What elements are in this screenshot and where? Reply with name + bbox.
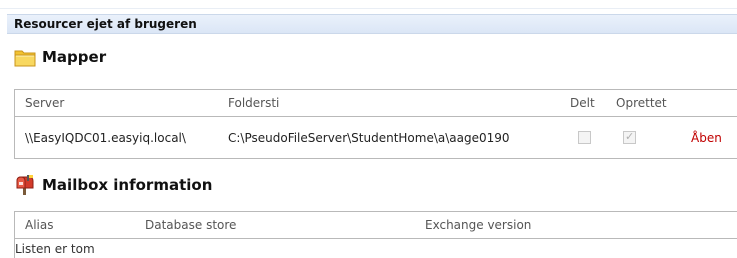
mailbox-title: Mailbox information <box>42 176 213 194</box>
folders-group-title: Mapper <box>14 46 106 68</box>
column-header-exchange[interactable]: Exchange version <box>425 212 531 238</box>
shared-checkbox[interactable] <box>578 131 591 144</box>
column-header-database[interactable]: Database store <box>145 212 236 238</box>
checkmark-icon: ✓ <box>625 130 635 143</box>
column-header-created[interactable]: Oprettet <box>616 90 667 116</box>
column-header-alias[interactable]: Alias <box>25 212 53 238</box>
table-row: \\EasyIQDC01.easyiq.local\ C:\PseudoFile… <box>15 117 737 159</box>
folder-icon <box>14 46 36 68</box>
cell-path: C:\PseudoFileServer\StudentHome\a\aage01… <box>228 131 510 145</box>
cell-server: \\EasyIQDC01.easyiq.local\ <box>25 131 186 145</box>
mailbox-icon <box>14 174 36 196</box>
folders-table: Server Foldersti Delt Oprettet \\EasyIQD… <box>14 89 737 159</box>
folders-title: Mapper <box>42 48 107 66</box>
column-header-server[interactable]: Server <box>25 90 64 116</box>
mailbox-table: Alias Database store Exchange version Li… <box>14 211 737 258</box>
top-divider <box>0 0 737 9</box>
folders-table-header: Server Foldersti Delt Oprettet <box>15 90 737 117</box>
open-link[interactable]: Åben <box>691 117 722 159</box>
page: Resourcer ejet af brugeren Mapper Server… <box>0 0 737 258</box>
mailbox-table-header: Alias Database store Exchange version <box>15 212 737 239</box>
column-header-path[interactable]: Foldersti <box>228 90 279 116</box>
empty-list-text: Listen er tom <box>15 242 95 256</box>
section-header: Resourcer ejet af brugeren <box>7 14 737 34</box>
empty-row: Listen er tom <box>15 239 737 258</box>
mailbox-group-title: Mailbox information <box>14 174 212 196</box>
created-checkbox[interactable]: ✓ <box>623 130 636 144</box>
column-header-shared[interactable]: Delt <box>570 90 595 116</box>
